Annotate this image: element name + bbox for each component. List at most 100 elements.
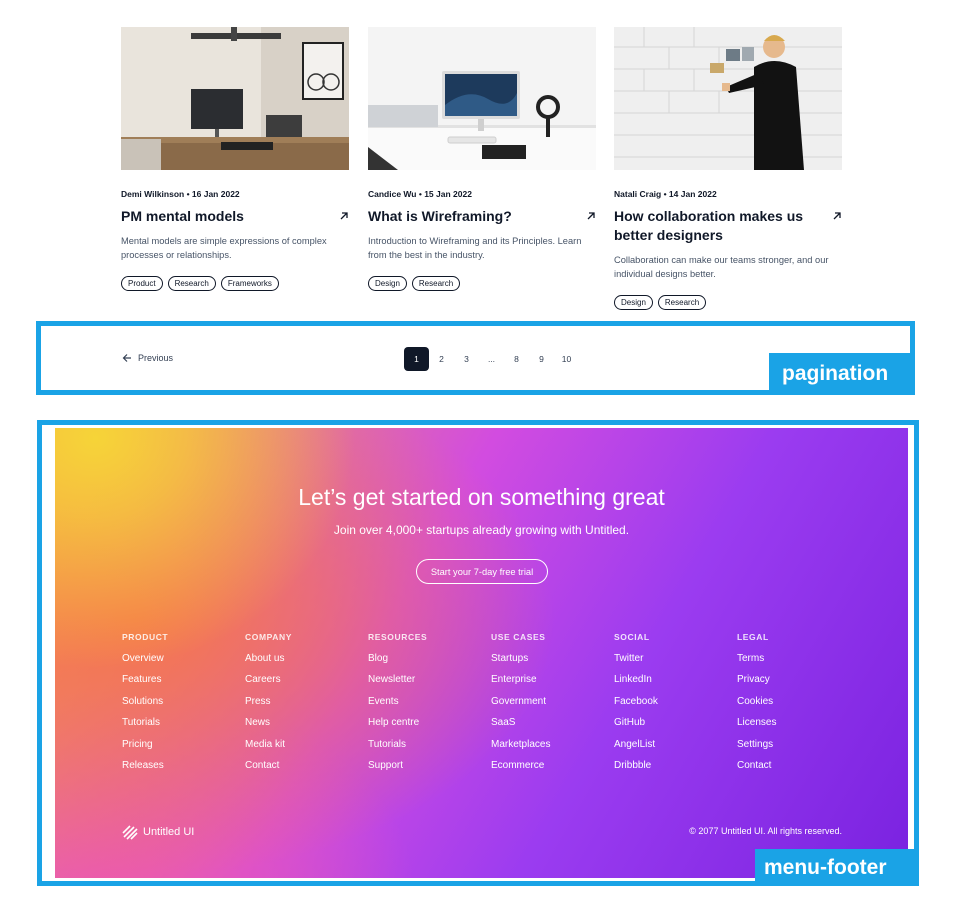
- card-description: Mental models are simple expressions of …: [121, 236, 327, 260]
- footer-link[interactable]: Contact: [245, 759, 355, 780]
- copyright-text: © 2077 Untitled UI. All rights reserved.: [689, 826, 842, 836]
- footer-link[interactable]: SaaS: [491, 716, 601, 737]
- card-tags: Design Research: [368, 276, 461, 291]
- column-links: Blog Newsletter Events Help centre Tutor…: [368, 652, 478, 780]
- page-button-1[interactable]: 1: [404, 347, 429, 371]
- footer-link[interactable]: Dribbble: [614, 759, 724, 780]
- footer-link[interactable]: Ecommerce: [491, 759, 601, 780]
- footer-link[interactable]: Startups: [491, 652, 601, 673]
- footer-link[interactable]: LinkedIn: [614, 673, 724, 694]
- page-ellipsis: ...: [487, 354, 496, 364]
- footer-link[interactable]: Blog: [368, 652, 478, 673]
- footer: Let’s get started on something great Joi…: [55, 428, 908, 878]
- card-title[interactable]: What is Wireframing?: [368, 207, 568, 226]
- page-button-2[interactable]: 2: [429, 347, 454, 371]
- blog-card[interactable]: Natali Craig • 14 Jan 2022 How collabora…: [614, 27, 842, 310]
- logo-icon: [122, 824, 138, 840]
- footer-link[interactable]: Settings: [737, 738, 847, 759]
- card-image-monitor-desk[interactable]: [368, 27, 596, 170]
- footer-link[interactable]: Help centre: [368, 716, 478, 737]
- footer-column-product: PRODUCT Overview Features Solutions Tuto…: [122, 632, 232, 780]
- column-heading: RESOURCES: [368, 632, 428, 642]
- footer-column-company: COMPANY About us Careers Press News Medi…: [245, 632, 355, 780]
- arrow-left-icon: [122, 353, 132, 363]
- card-description: Introduction to Wireframing and its Prin…: [368, 236, 582, 260]
- card-author-date: Demi Wilkinson • 16 Jan 2022: [121, 189, 240, 199]
- footer-link[interactable]: News: [245, 716, 355, 737]
- footer-link[interactable]: Terms: [737, 652, 847, 673]
- page-button-3[interactable]: 3: [454, 347, 479, 371]
- column-heading: USE CASES: [491, 632, 546, 642]
- footer-link[interactable]: Government: [491, 695, 601, 716]
- tag-frameworks[interactable]: Frameworks: [220, 276, 279, 291]
- column-heading: SOCIAL: [614, 632, 650, 642]
- footer-link[interactable]: Solutions: [122, 695, 232, 716]
- annotation-label-menu-footer: menu-footer: [755, 849, 919, 886]
- page-button-10[interactable]: 10: [554, 347, 579, 371]
- footer-link[interactable]: AngelList: [614, 738, 724, 759]
- footer-link[interactable]: Marketplaces: [491, 738, 601, 759]
- column-links: About us Careers Press News Media kit Co…: [245, 652, 355, 780]
- footer-link[interactable]: Newsletter: [368, 673, 478, 694]
- card-title-row[interactable]: How collaboration makes us better design…: [614, 207, 842, 245]
- previous-label: Previous: [138, 353, 174, 363]
- footer-link[interactable]: Cookies: [737, 695, 847, 716]
- footer-link[interactable]: Twitter: [614, 652, 724, 673]
- footer-logo[interactable]: Untitled UI: [122, 824, 194, 840]
- footer-link[interactable]: Features: [122, 673, 232, 694]
- footer-link[interactable]: Privacy: [737, 673, 847, 694]
- card-title[interactable]: How collaboration makes us better design…: [614, 207, 814, 245]
- card-tags: Product Research Frameworks: [121, 276, 279, 291]
- arrow-up-right-icon[interactable]: [335, 207, 349, 226]
- column-heading: COMPANY: [245, 632, 293, 642]
- footer-link[interactable]: Licenses: [737, 716, 847, 737]
- footer-column-resources: RESOURCES Blog Newsletter Events Help ce…: [368, 632, 478, 780]
- tag-research[interactable]: Research: [167, 276, 216, 291]
- footer-link[interactable]: Press: [245, 695, 355, 716]
- tag-research[interactable]: Research: [657, 295, 707, 310]
- cta-title: Let’s get started on something great: [298, 484, 665, 510]
- arrow-up-right-icon[interactable]: [828, 207, 842, 245]
- card-image-collaboration-wall[interactable]: [614, 27, 842, 170]
- footer-link[interactable]: Events: [368, 695, 478, 716]
- footer-link[interactable]: Releases: [122, 759, 232, 780]
- footer-link[interactable]: Pricing: [122, 738, 232, 759]
- footer-link[interactable]: About us: [245, 652, 355, 673]
- previous-button[interactable]: Previous: [122, 353, 173, 363]
- card-title-row[interactable]: What is Wireframing?: [368, 207, 596, 226]
- footer-link[interactable]: Facebook: [614, 695, 724, 716]
- tag-research[interactable]: Research: [411, 276, 461, 291]
- footer-link[interactable]: Media kit: [245, 738, 355, 759]
- card-title-row[interactable]: PM mental models: [121, 207, 349, 226]
- column-links: Startups Enterprise Government SaaS Mark…: [491, 652, 601, 780]
- arrow-up-right-icon[interactable]: [582, 207, 596, 226]
- tag-design[interactable]: Design: [368, 276, 407, 291]
- footer-link[interactable]: GitHub: [614, 716, 724, 737]
- free-trial-button[interactable]: Start your 7-day free trial: [416, 559, 548, 584]
- footer-column-use-cases: USE CASES Startups Enterprise Government…: [491, 632, 601, 780]
- tag-product[interactable]: Product: [121, 276, 163, 291]
- page-button-8[interactable]: 8: [504, 347, 529, 371]
- card-author-date: Natali Craig • 14 Jan 2022: [614, 189, 717, 199]
- blog-card[interactable]: Candice Wu • 15 Jan 2022 What is Wirefra…: [368, 27, 596, 291]
- footer-link[interactable]: Overview: [122, 652, 232, 673]
- footer-link[interactable]: Enterprise: [491, 673, 601, 694]
- logo-text: Untitled UI: [143, 826, 195, 838]
- footer-link[interactable]: Tutorials: [368, 738, 478, 759]
- blog-card[interactable]: Demi Wilkinson • 16 Jan 2022 PM mental m…: [121, 27, 349, 291]
- column-heading: PRODUCT: [122, 632, 169, 642]
- pagination: Previous 1 2 3 ... 8 9 10 pagination: [36, 321, 915, 395]
- page-numbers: 1 2 3 ... 8 9 10: [404, 347, 579, 371]
- footer-link[interactable]: Careers: [245, 673, 355, 694]
- column-links: Twitter LinkedIn Facebook GitHub AngelLi…: [614, 652, 724, 780]
- tag-design[interactable]: Design: [614, 295, 653, 310]
- column-links: Overview Features Solutions Tutorials Pr…: [122, 652, 232, 780]
- footer-link[interactable]: Support: [368, 759, 478, 780]
- footer-link[interactable]: Tutorials: [122, 716, 232, 737]
- page-button-9[interactable]: 9: [529, 347, 554, 371]
- card-title[interactable]: PM mental models: [121, 207, 321, 226]
- footer-column-social: SOCIAL Twitter LinkedIn Facebook GitHub …: [614, 632, 724, 780]
- footer-column-legal: LEGAL Terms Privacy Cookies Licenses Set…: [737, 632, 847, 780]
- footer-link[interactable]: Contact: [737, 759, 847, 780]
- card-image-desk-setup[interactable]: [121, 27, 349, 170]
